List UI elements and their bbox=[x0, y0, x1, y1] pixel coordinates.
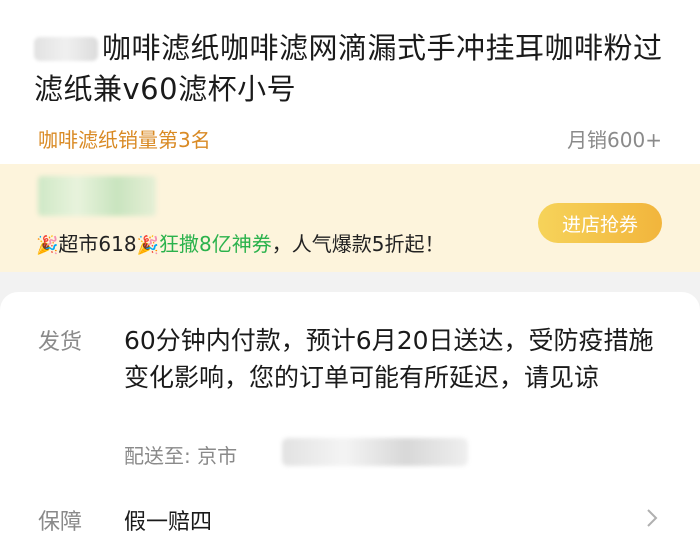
party-popper-icon: 🎉 bbox=[136, 235, 160, 256]
monthly-sales: 月销600+ bbox=[567, 128, 662, 152]
blurred-brand bbox=[34, 37, 98, 61]
chevron-right-icon[interactable] bbox=[640, 506, 664, 530]
blurred-address bbox=[282, 438, 468, 466]
delivery-address[interactable]: 配送至: 京市 bbox=[124, 440, 237, 469]
product-title-text: 咖啡滤纸咖啡滤网滴漏式手冲挂耳咖啡粉过滤纸兼v60滤杯小号 bbox=[34, 31, 663, 106]
sales-rank-badge[interactable]: 咖啡滤纸销量第3名 bbox=[38, 124, 211, 153]
guarantee-text[interactable]: 假一赔四 bbox=[124, 504, 212, 536]
guarantee-label: 保障 bbox=[38, 510, 83, 535]
store-promo-text: 🎉超市618🎉狂撒8亿神券，人气爆款5折起！ bbox=[36, 228, 445, 257]
shipping-label: 发货 bbox=[38, 330, 83, 355]
product-title: 咖啡滤纸咖啡滤网滴漏式手冲挂耳咖啡粉过滤纸兼v60滤杯小号 bbox=[34, 28, 674, 110]
blurred-store-name bbox=[38, 176, 156, 216]
promo-suffix: ，人气爆款5折起！ bbox=[271, 232, 445, 256]
promo-highlight: 狂撒8亿神券 bbox=[159, 232, 272, 256]
address-city: 京市 bbox=[197, 444, 238, 468]
promo-prefix: 超市618 bbox=[58, 232, 137, 256]
address-prefix: 配送至: bbox=[124, 444, 191, 468]
enter-store-coupon-button[interactable]: 进店抢券 bbox=[538, 203, 662, 243]
party-popper-icon: 🎉 bbox=[36, 235, 59, 256]
shipping-estimate: 60分钟内付款，预计6月20日送达，受防疫措施变化影响，您的订单可能有所延迟，请… bbox=[124, 326, 654, 392]
